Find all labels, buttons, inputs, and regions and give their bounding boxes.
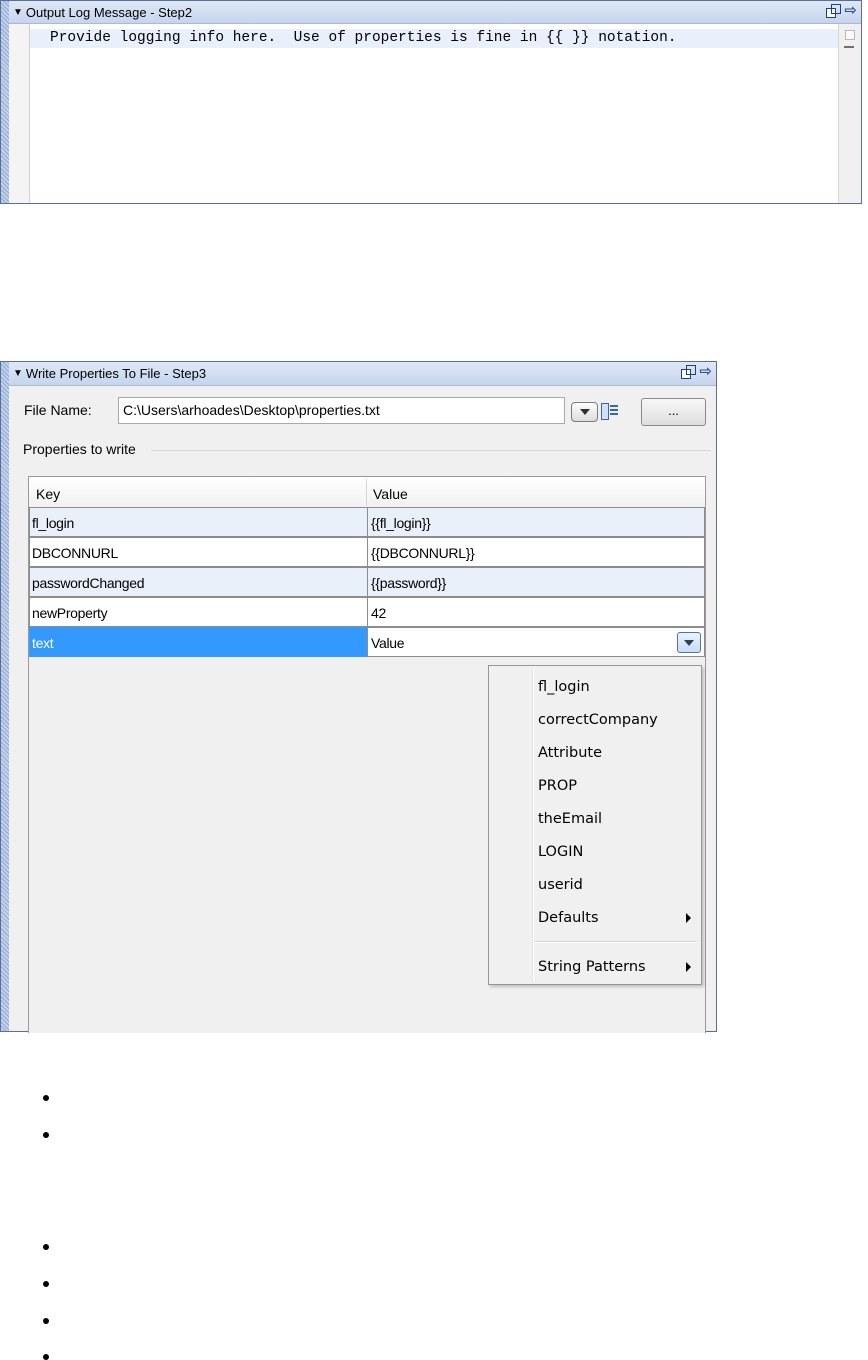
- value-cell[interactable]: {{fl_login}}: [367, 507, 705, 537]
- line-marker: [844, 46, 854, 48]
- menu-item-prop[interactable]: PROP: [489, 770, 701, 802]
- menu-item-userid[interactable]: userid: [489, 869, 701, 901]
- value-combo-text[interactable]: Value: [371, 635, 405, 651]
- key-cell[interactable]: passwordChanged: [29, 567, 368, 597]
- file-name-dropdown-button[interactable]: [571, 402, 598, 422]
- panel-title: Write Properties To File - Step3: [25, 366, 207, 381]
- table-row-selected[interactable]: text Value: [29, 627, 705, 657]
- property-list-icon[interactable]: [601, 403, 619, 420]
- arrow-right-icon[interactable]: ⇨: [699, 364, 712, 379]
- value-dropdown-button[interactable]: [677, 632, 701, 653]
- bullet-icon: [43, 1354, 49, 1360]
- value-cell[interactable]: {{DBCONNURL}}: [367, 537, 705, 567]
- file-name-row: File Name: C:\Users\arhoades\Desktop\pro…: [9, 395, 716, 427]
- bullet-icon: [43, 1244, 49, 1250]
- editor-gutter: [9, 24, 30, 203]
- panel-drag-stripe[interactable]: [1, 362, 9, 1031]
- value-cell[interactable]: 42: [367, 597, 705, 627]
- undock-icon[interactable]: [826, 4, 842, 18]
- value-cell[interactable]: {{password}}: [367, 567, 705, 597]
- panel-drag-stripe[interactable]: [1, 1, 9, 203]
- panel-title-bar[interactable]: ▼ Output Log Message - Step2 ⇨: [9, 1, 861, 24]
- table-row[interactable]: fl_login {{fl_login}}: [29, 507, 705, 537]
- column-header-value[interactable]: Value: [373, 477, 408, 507]
- editor-side-strip: [838, 24, 861, 203]
- menu-item-the-email[interactable]: theEmail: [489, 803, 701, 835]
- arrow-right-icon[interactable]: ⇨: [844, 3, 857, 18]
- property-dropdown-menu: fl_login correctCompany Attribute PROP t…: [488, 665, 702, 985]
- table-row[interactable]: passwordChanged {{password}}: [29, 567, 705, 597]
- browse-button[interactable]: ...: [641, 398, 706, 426]
- menu-separator: [534, 941, 697, 943]
- panel-title-bar[interactable]: ▼ Write Properties To File - Step3 ⇨: [9, 362, 716, 386]
- menu-item-login[interactable]: LOGIN: [489, 836, 701, 868]
- key-cell[interactable]: text: [29, 627, 368, 657]
- menu-item-defaults[interactable]: Defaults: [489, 902, 701, 934]
- marker-checkbox[interactable]: [845, 30, 855, 40]
- column-header-key[interactable]: Key: [36, 477, 60, 507]
- file-name-label: File Name:: [24, 402, 92, 418]
- submenu-arrow-icon: [686, 962, 691, 972]
- table-header: Key Value: [29, 477, 705, 508]
- output-log-panel: ▼ Output Log Message - Step2 ⇨ Provide l…: [0, 0, 862, 204]
- bullet-icon: [43, 1318, 49, 1324]
- panel-title: Output Log Message - Step2: [25, 4, 193, 20]
- file-name-input[interactable]: C:\Users\arhoades\Desktop\properties.txt: [118, 397, 565, 424]
- log-message-editor[interactable]: Provide logging info here. Use of proper…: [9, 24, 839, 203]
- table-row[interactable]: DBCONNURL {{DBCONNURL}}: [29, 537, 705, 567]
- menu-item-attribute[interactable]: Attribute: [489, 737, 701, 769]
- bullet-icon: [43, 1095, 49, 1101]
- key-cell[interactable]: fl_login: [29, 507, 368, 537]
- key-cell[interactable]: newProperty: [29, 597, 368, 627]
- collapse-triangle-icon[interactable]: ▼: [13, 368, 23, 379]
- bullet-icon: [43, 1281, 49, 1287]
- menu-item-fl-login[interactable]: fl_login: [489, 671, 701, 703]
- properties-group-label: Properties to write: [23, 441, 142, 457]
- bullet-icon: [43, 1132, 49, 1138]
- group-divider: [151, 450, 711, 451]
- key-cell[interactable]: DBCONNURL: [29, 537, 368, 567]
- menu-item-string-patterns[interactable]: String Patterns: [489, 951, 701, 983]
- table-row[interactable]: newProperty 42: [29, 597, 705, 627]
- column-separator[interactable]: [366, 479, 367, 506]
- code-line[interactable]: Provide logging info here. Use of proper…: [30, 29, 839, 48]
- undock-icon[interactable]: [681, 365, 697, 379]
- submenu-arrow-icon: [686, 913, 691, 923]
- menu-item-correct-company[interactable]: correctCompany: [489, 704, 701, 736]
- value-combo-cell[interactable]: Value: [367, 627, 705, 657]
- collapse-triangle-icon[interactable]: ▼: [13, 7, 23, 18]
